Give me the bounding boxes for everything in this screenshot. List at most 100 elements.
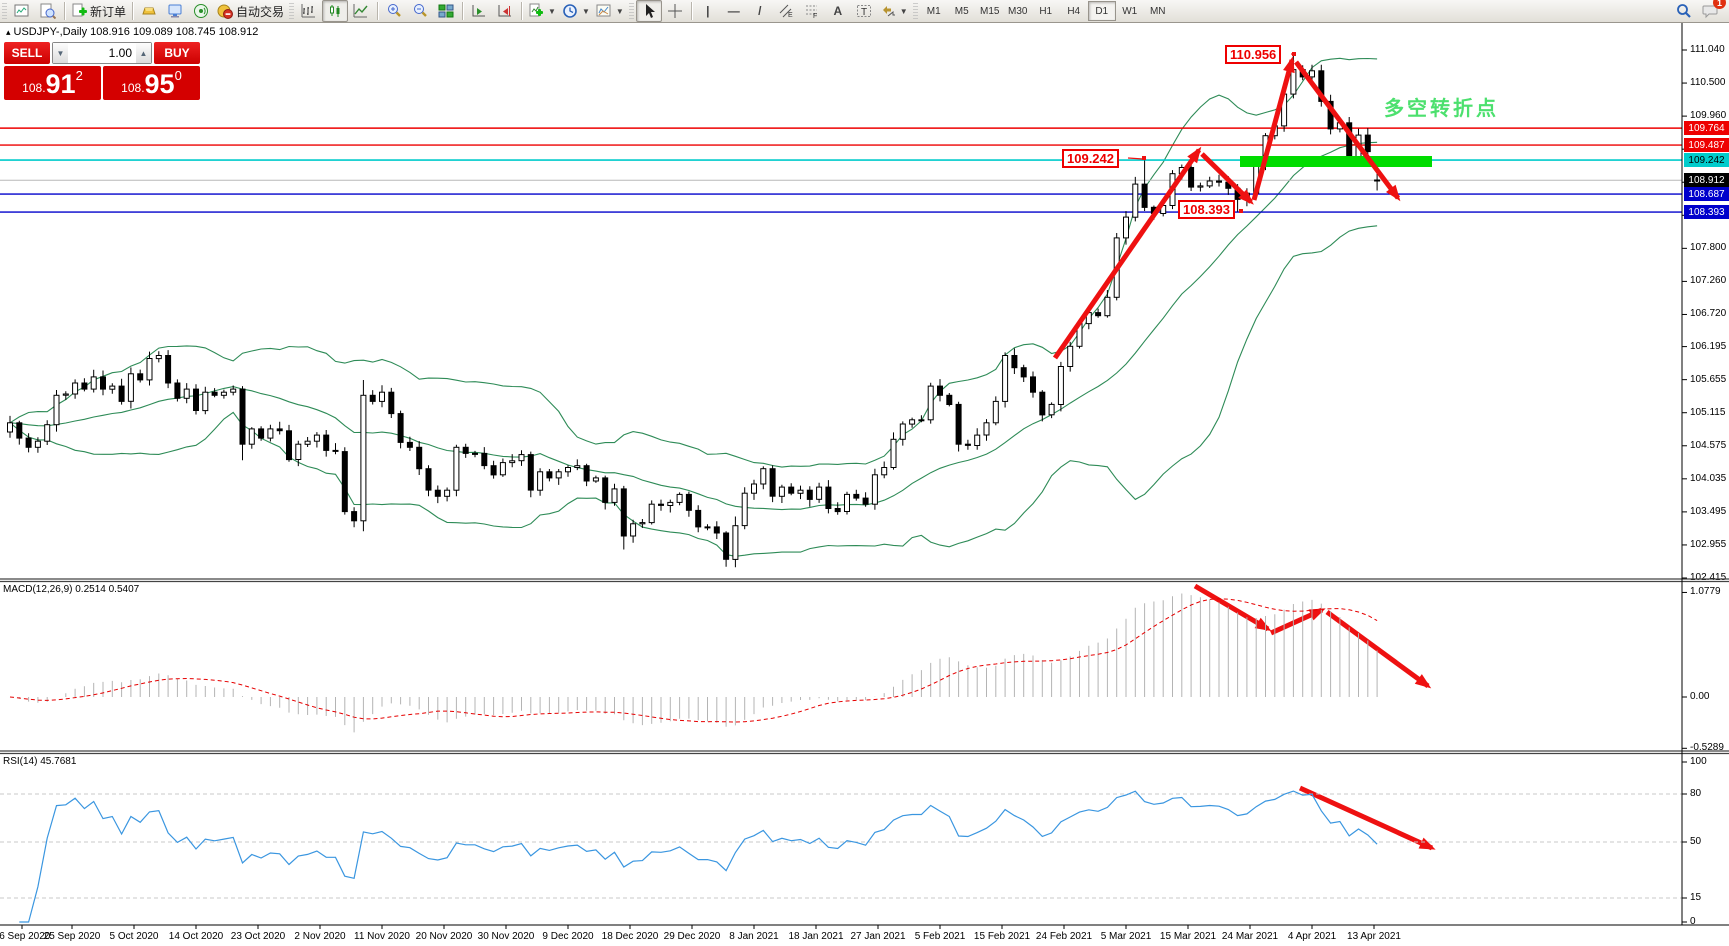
autotrading-button[interactable]: 自动交易 [214,0,287,22]
profiles-button[interactable] [35,0,61,22]
toolbar-grip[interactable] [2,3,7,19]
timeframe-button-m1[interactable]: M1 [920,1,948,21]
indicators-icon [528,3,544,19]
volume-input[interactable] [68,43,136,63]
bar-chart-button[interactable] [296,0,322,22]
market-watch-button[interactable] [136,0,162,22]
volume-increase-button[interactable]: ▲ [136,43,151,63]
text-tool-button[interactable]: A [825,0,851,22]
template-icon [596,3,612,19]
symbol-ohlc-line: ▴USDJPY-,Daily 108.916 109.089 108.745 1… [6,26,258,38]
one-click-trading-panel: SELL ▼ ▲ BUY 108.912 108.950 [4,42,200,100]
zoom-in-button[interactable] [381,0,407,22]
buy-button[interactable]: BUY [154,42,200,64]
gold-icon [141,3,157,19]
sell-button[interactable]: SELL [4,42,50,64]
timeframe-button-w1[interactable]: W1 [1116,1,1144,21]
timeframe-button-h4[interactable]: H4 [1060,1,1088,21]
chat-unread-badge: 1 [1713,0,1726,9]
toolbar-grip[interactable] [913,3,918,19]
crosshair-icon [667,3,683,19]
chart-shift-button[interactable] [492,0,518,22]
search-icon [1676,3,1692,19]
price-callout-mid[interactable]: 109.242 [1062,149,1119,168]
symbol-ohlc-text: USDJPY-,Daily 108.916 109.089 108.745 10… [14,26,259,38]
trend-arrows [1055,60,1432,848]
auto-scroll-button[interactable] [466,0,492,22]
search-button[interactable] [1671,0,1697,22]
turning-point-annotation[interactable]: 多空转折点 [1384,92,1499,121]
dropdown-arrow-icon: ▼ [548,7,556,16]
price-callout-high[interactable]: 110.956 [1225,45,1281,64]
cursor-icon [641,3,657,19]
toolbar-grip[interactable] [629,3,634,19]
new-order-label: 新订单 [90,3,126,20]
crosshair-tool-button[interactable] [662,0,688,22]
buy-price-big: 95 [145,69,175,99]
dropdown-arrow-icon: ▼ [900,7,908,16]
rsi-pane [0,791,1682,922]
price-callout-low[interactable]: 108.393 [1178,200,1235,219]
text-label-icon: T [856,3,872,19]
price-axis-label: 109.487 [1684,138,1729,152]
clock-icon [562,3,578,19]
timeframe-toolbar: M1M5M15M30H1H4D1W1MN [920,1,1172,21]
new-chart-button[interactable] [9,0,35,22]
text-label-tool-button[interactable]: T [851,0,877,22]
channel-tool-button[interactable]: E [773,0,799,22]
fibonacci-tool-button[interactable]: F [799,0,825,22]
svg-text:F: F [813,13,817,19]
macd-pane [10,594,1377,733]
vertical-line-icon: | [706,4,709,18]
vertical-line-tool-button[interactable]: | [695,0,721,22]
candlestick-chart-button[interactable] [322,0,348,22]
svg-text:E: E [788,12,793,19]
timeframe-button-d1[interactable]: D1 [1088,1,1116,21]
sell-price-sup: 2 [76,69,83,82]
text-icon: A [833,4,842,18]
zoom-out-button[interactable] [407,0,433,22]
chat-button[interactable]: 1 [1697,0,1723,22]
mt4-terminal-window: 新订单 自动交易 [0,0,1729,946]
timeframe-button-m15[interactable]: M15 [976,1,1004,21]
auto-scroll-icon [471,3,487,19]
periods-button[interactable]: ▼ [559,0,593,22]
arrows-tool-button[interactable]: ▼ [877,0,911,22]
signals-button[interactable] [188,0,214,22]
top-toolbar: 新订单 自动交易 [0,0,1729,23]
templates-button[interactable]: ▼ [593,0,627,22]
trendline-tool-button[interactable]: / [747,0,773,22]
candlestick-icon [327,3,343,19]
volume-decrease-button[interactable]: ▼ [53,43,68,63]
sell-price-display[interactable]: 108.912 [4,66,101,100]
tile-windows-button[interactable] [433,0,459,22]
timeframe-button-h1[interactable]: H1 [1032,1,1060,21]
support-zone-bar[interactable] [1240,156,1432,167]
svg-text:T: T [861,7,867,18]
expert-advisors-button[interactable] [162,0,188,22]
sell-price-big: 91 [46,69,76,99]
price-axis-label: 108.912 [1684,173,1729,187]
chart-window-icon [14,3,30,19]
indicators-button[interactable]: ▼ [525,0,559,22]
autotrading-label: 自动交易 [236,3,284,20]
dropdown-arrow-icon: ▼ [582,7,590,16]
timeframe-button-mn[interactable]: MN [1144,1,1172,21]
buy-price-display[interactable]: 108.950 [103,66,200,100]
collapse-arrow-icon[interactable]: ▴ [6,27,11,37]
profile-magnifier-icon [40,3,56,19]
toolbar-grip[interactable] [289,3,294,19]
horizontal-line-tool-button[interactable]: — [721,0,747,22]
tile-windows-icon [438,3,454,19]
timeframe-button-m5[interactable]: M5 [948,1,976,21]
trendline-icon: / [758,4,761,18]
expert-advisor-icon [167,3,183,19]
line-chart-button[interactable] [348,0,374,22]
buy-price-prefix: 108. [121,77,144,99]
chart-canvas[interactable] [0,0,1729,946]
timeframe-button-m30[interactable]: M30 [1004,1,1032,21]
cursor-tool-button[interactable] [636,0,662,22]
new-order-button[interactable]: 新订单 [68,0,129,22]
dropdown-arrow-icon: ▼ [616,7,624,16]
bar-chart-icon [301,3,317,19]
